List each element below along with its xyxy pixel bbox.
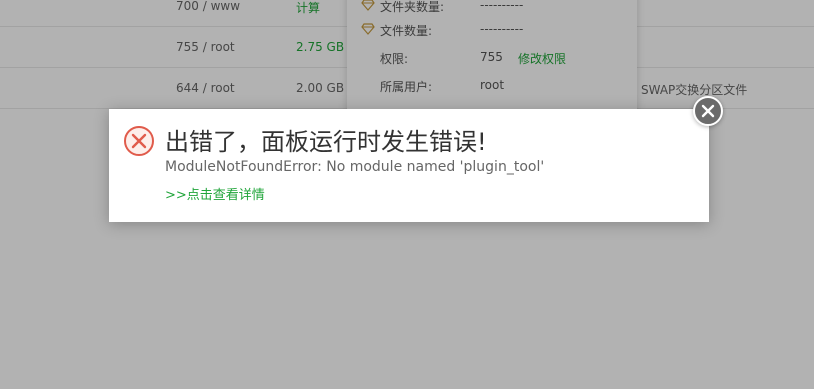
error-dialog: 出错了，面板运行时发生错误! ModuleNotFoundError: No m… bbox=[109, 109, 709, 222]
view-details-link[interactable]: >>点击查看详情 bbox=[165, 184, 265, 203]
error-x-icon bbox=[124, 126, 154, 156]
close-button[interactable] bbox=[693, 96, 723, 126]
error-title: 出错了，面板运行时发生错误! bbox=[165, 128, 487, 156]
close-icon bbox=[701, 104, 715, 118]
error-message: ModuleNotFoundError: No module named 'pl… bbox=[165, 159, 545, 175]
